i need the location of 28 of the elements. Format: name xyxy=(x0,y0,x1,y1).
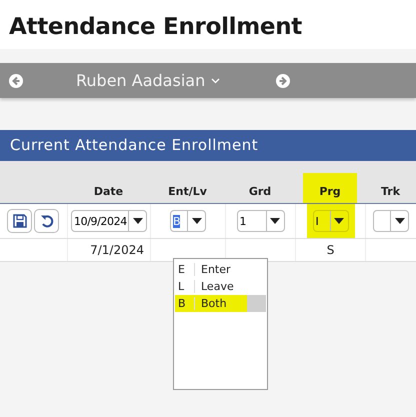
previous-icon[interactable] xyxy=(9,74,23,88)
select-field[interactable]: 1 xyxy=(236,210,284,232)
column-header: Trk xyxy=(380,184,402,200)
undo-button[interactable] xyxy=(34,209,59,233)
dropdown-arrow-icon xyxy=(192,218,202,224)
chevron-icon xyxy=(211,78,220,84)
select-field[interactable] xyxy=(373,210,409,232)
table-cell: S xyxy=(326,243,334,257)
dropdown-arrow-icon xyxy=(132,218,142,224)
column-header: Ent/Lv xyxy=(167,184,208,200)
select-field[interactable]: I xyxy=(312,210,348,232)
section-header: Current Attendance Enrollment xyxy=(0,130,416,161)
dropdown-arrow-icon xyxy=(334,218,344,224)
column-header: Grd xyxy=(248,184,272,200)
dropdown-arrow-icon xyxy=(270,218,280,224)
column-header: Date xyxy=(92,184,124,200)
select-field[interactable]: 10/9/2024 xyxy=(71,210,147,232)
dropdown-option[interactable]: L Leave xyxy=(175,278,266,295)
save-button[interactable] xyxy=(7,209,32,233)
page-title: Attendance Enrollment xyxy=(0,0,416,49)
undo-icon xyxy=(40,214,54,228)
dropdown-option[interactable]: E Enter xyxy=(175,261,266,278)
dropdown-arrow-icon xyxy=(394,218,404,224)
table-cell: 7/1/2024 xyxy=(90,243,144,257)
dropdown-option[interactable]: B Both xyxy=(175,295,266,312)
column-header: Prg xyxy=(303,173,357,203)
select-field[interactable]: B xyxy=(170,210,206,232)
next-icon[interactable] xyxy=(276,74,290,88)
